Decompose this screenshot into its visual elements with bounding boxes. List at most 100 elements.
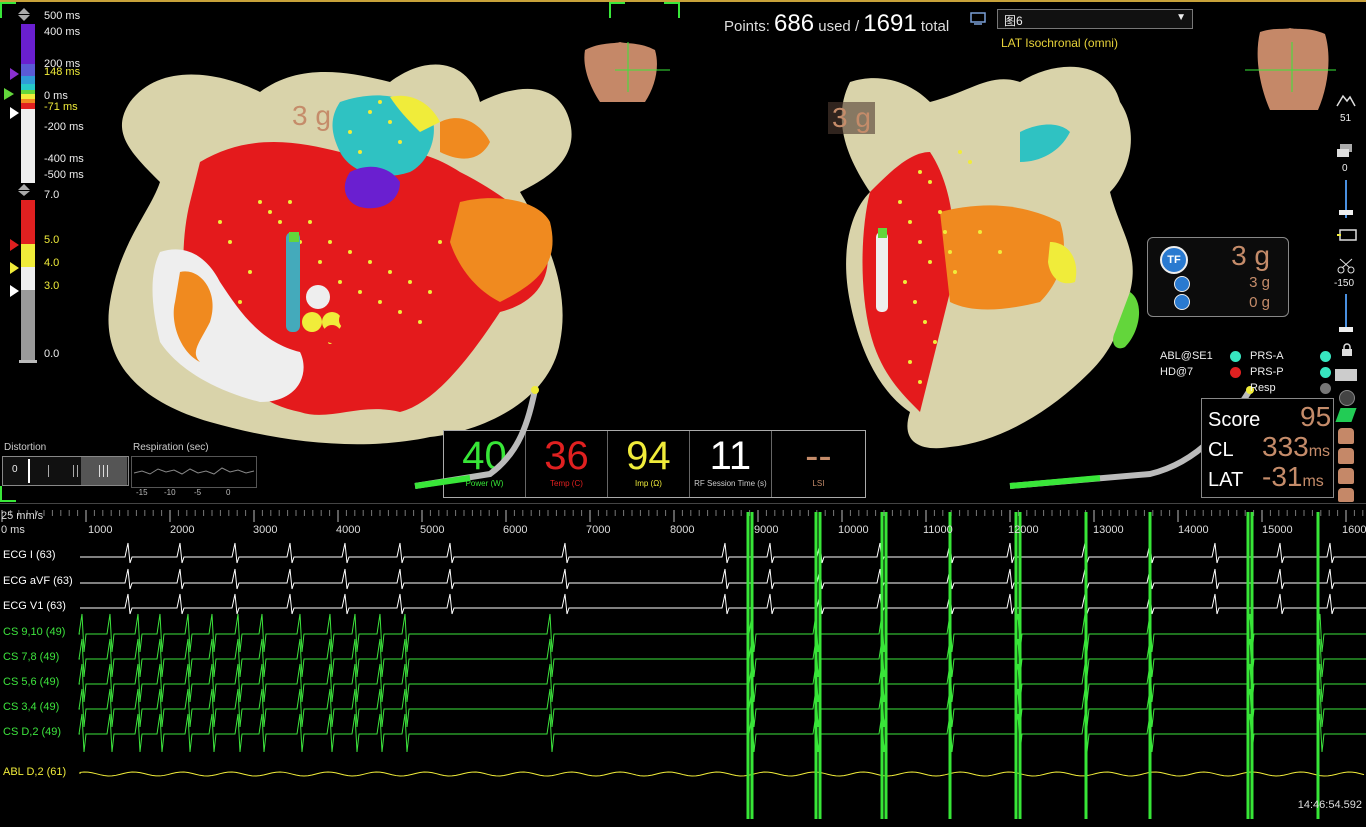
torso-view-icon[interactable] xyxy=(1338,488,1354,502)
layers-icon[interactable] xyxy=(1336,143,1356,159)
channel-label[interactable]: CS 7,8 (49) xyxy=(3,651,59,663)
time-tick-label: 2000 xyxy=(170,524,195,536)
torso-view-icon[interactable] xyxy=(1338,448,1354,464)
lock-icon[interactable] xyxy=(1340,343,1354,357)
distortion-label: Distortion xyxy=(4,442,47,453)
time-tick-label: 15000 xyxy=(1262,524,1293,536)
scale-label: 500 ms xyxy=(44,10,81,22)
tool-value: 51 xyxy=(1340,113,1352,124)
right-force-label: 3 g xyxy=(828,102,875,134)
channel-trace xyxy=(78,713,1366,753)
time-tick-label: 10000 xyxy=(838,524,869,536)
distortion-slider[interactable]: 0 xyxy=(2,456,129,486)
time-tick-label: 11000 xyxy=(923,524,953,536)
map-select-dropdown[interactable]: 图6 ▼ xyxy=(997,9,1193,29)
display-icon[interactable] xyxy=(1336,228,1358,242)
ecg-traces xyxy=(1,510,1366,819)
force-high-marker[interactable] xyxy=(10,239,19,251)
time-tick-label: 14000 xyxy=(1178,524,1209,536)
channel-trace xyxy=(78,638,1366,678)
scale-label: -71 ms xyxy=(44,101,78,113)
orientation-torso-icon[interactable] xyxy=(1240,22,1340,122)
channel-label[interactable]: CS D,2 (49) xyxy=(3,726,61,738)
catheter-icon[interactable] xyxy=(1335,408,1357,422)
opacity-slider-thumb[interactable] xyxy=(1339,210,1353,215)
time-tick-label: 13000 xyxy=(1093,524,1124,536)
tool-value: 0 xyxy=(1342,163,1348,174)
status-dot-icon xyxy=(1320,351,1331,362)
points-counter: Points: 686 used / 1691 total xyxy=(724,10,950,37)
torso-view-icon[interactable] xyxy=(1338,428,1354,444)
scale-label: 400 ms xyxy=(44,26,81,38)
time-tick-label: 6000 xyxy=(503,524,528,536)
viewport-bracket xyxy=(664,2,680,18)
lat-max-marker[interactable] xyxy=(10,68,19,80)
sweep-speed-label: 25 mm/s xyxy=(1,510,44,522)
mountain-icon[interactable] xyxy=(1336,92,1356,108)
lat-zero-marker[interactable] xyxy=(4,88,14,100)
time-tick-label: 1000 xyxy=(88,524,113,536)
score-panel: Score 95 CL 333ms LAT -31ms xyxy=(1201,398,1334,498)
clock-readout: 14:46:54.592 xyxy=(1297,799,1362,811)
channel-label[interactable]: CS 3,4 (49) xyxy=(3,701,59,713)
status-dot-icon xyxy=(1320,367,1331,378)
scissors-icon[interactable] xyxy=(1336,257,1356,275)
channel-label[interactable]: CS 5,6 (49) xyxy=(3,676,59,688)
channel-trace xyxy=(80,568,1366,590)
channel-label[interactable]: ABL D,2 (61) xyxy=(3,766,66,778)
ecg-signal-panel[interactable]: 25 mm/s 0 ms 14:46:54.592 1000 2000 3000 40… xyxy=(0,503,1366,827)
channel-trace xyxy=(79,771,1365,777)
tf-badge-icon[interactable]: TF xyxy=(1160,246,1188,274)
legend-hd: HD@7 xyxy=(1160,366,1194,378)
channel-trace xyxy=(78,688,1366,728)
time-tick-label: 8000 xyxy=(670,524,695,536)
left-force-label: 3 g xyxy=(292,100,331,131)
impedance-readout: 94 Imp (Ω) xyxy=(608,431,690,497)
scale-label: 148 ms xyxy=(44,66,81,78)
legend-prs-p: PRS-P xyxy=(1250,366,1284,378)
scale-label: 0.0 xyxy=(44,348,60,360)
total-force-value: 3 g xyxy=(1231,240,1270,271)
tool-value: -150 xyxy=(1334,278,1355,289)
channel-label[interactable]: ECG aVF (63) xyxy=(3,575,73,587)
axial-force-icon xyxy=(1174,276,1190,292)
legend-resp: Resp xyxy=(1250,382,1276,394)
clip-slider-thumb[interactable] xyxy=(1339,327,1353,332)
legend-prs-a: PRS-A xyxy=(1250,350,1284,362)
chevron-down-icon: ▼ xyxy=(1176,12,1186,23)
map-type-label: LAT Isochronal (omni) xyxy=(1001,36,1118,50)
prs-p-dot-icon xyxy=(1230,367,1241,378)
scale-label: -400 ms xyxy=(44,153,84,165)
lat-color-scale[interactable] xyxy=(18,6,42,366)
scale-label: 4.0 xyxy=(44,257,60,269)
rotate-icon[interactable] xyxy=(1339,390,1355,406)
map-viewport[interactable]: 500 ms 400 ms 200 ms 148 ms 0 ms -71 ms … xyxy=(0,2,1366,502)
status-dot-icon xyxy=(1320,383,1331,394)
force-low-marker[interactable] xyxy=(10,285,19,297)
channel-label[interactable]: ECG I (63) xyxy=(3,549,56,561)
time-zero-label: 0 ms xyxy=(1,524,25,536)
orientation-torso-icon[interactable] xyxy=(560,32,670,122)
time-tick-label: 7000 xyxy=(586,524,611,536)
legend-abl: ABL@SE1 xyxy=(1160,350,1213,362)
force-mid-marker[interactable] xyxy=(10,262,19,274)
time-tick-label: 3000 xyxy=(253,524,278,536)
prs-a-dot-icon xyxy=(1230,351,1241,362)
channel-label[interactable]: CS 9,10 (49) xyxy=(3,626,65,638)
lateral-force-icon xyxy=(1174,294,1190,310)
axial-force-value: 3 g xyxy=(1249,274,1270,291)
channel-label[interactable]: ECG V1 (63) xyxy=(3,600,66,612)
map-list-icon[interactable] xyxy=(970,12,988,26)
torso-view-icon[interactable] xyxy=(1338,468,1354,484)
viewport-bracket xyxy=(0,486,16,502)
respiration-trace: -15 -10 -5 0 xyxy=(131,456,257,497)
view-toggle-button[interactable] xyxy=(1335,369,1357,381)
contact-force-panel: TF 3 g 3 g 0 g xyxy=(1147,237,1289,317)
lat-min-marker[interactable] xyxy=(10,107,19,119)
viewport-bracket xyxy=(609,2,625,18)
time-tick-label: 12000 xyxy=(1008,524,1039,536)
scale-label: 5.0 xyxy=(44,234,60,246)
rf-session-time-readout: 11 RF Session Time (s) xyxy=(690,431,772,497)
time-tick-label: 4000 xyxy=(336,524,361,536)
viewport-bracket xyxy=(0,2,16,18)
